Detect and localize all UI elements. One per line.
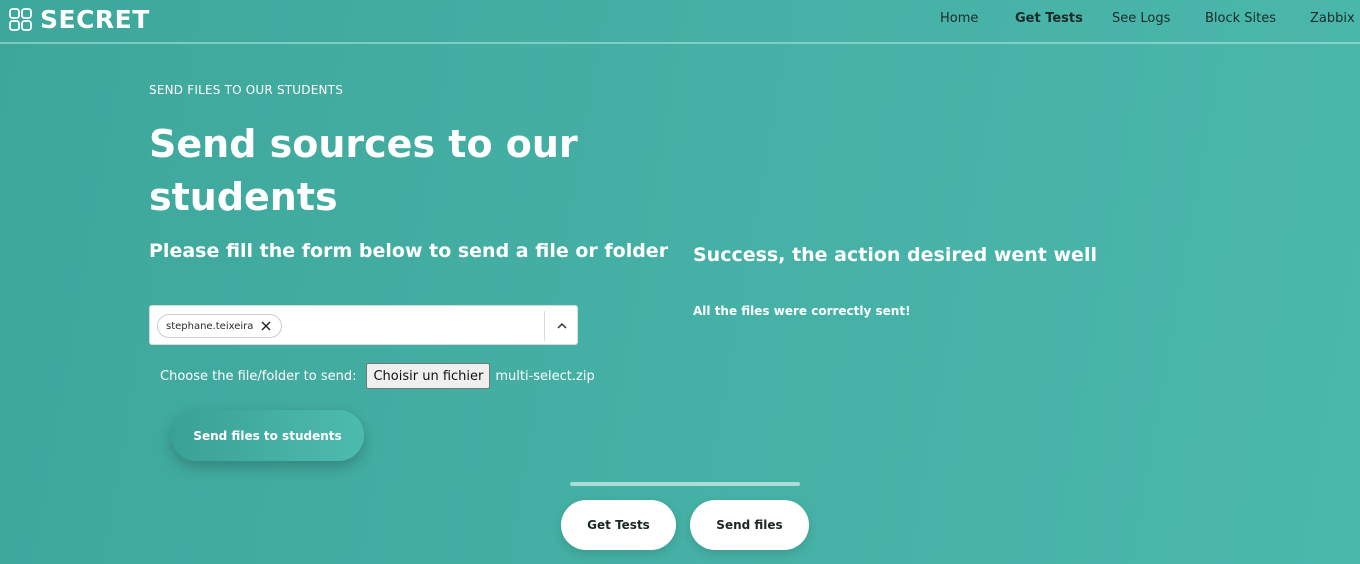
remove-icon[interactable] xyxy=(261,321,271,331)
file-chooser-label: Choose the file/folder to send: xyxy=(160,368,357,384)
scroll-indicator[interactable] xyxy=(570,482,800,486)
selected-student-chip: stephane.teixeira xyxy=(157,314,283,338)
choose-file-button[interactable]: Choisir un fichier xyxy=(366,363,491,389)
nav-link-block-sites[interactable]: Block Sites xyxy=(1205,11,1276,26)
top-nav: SECRET Home Get Tests See Logs Block Sit… xyxy=(0,0,1360,44)
send-files-button[interactable]: Send files to students xyxy=(171,410,364,461)
success-message: All the files were correctly sent! xyxy=(693,304,911,318)
page-title: Send sources to our students xyxy=(149,122,578,219)
nav-link-get-tests[interactable]: Get Tests xyxy=(1015,11,1083,26)
multiselect-toggle[interactable] xyxy=(545,306,578,344)
student-multiselect[interactable]: stephane.teixeira xyxy=(149,305,578,345)
section-eyebrow: SEND FILES TO OUR STUDENTS xyxy=(149,83,344,97)
nav-links: Home Get Tests See Logs Block Sites Zabb… xyxy=(0,11,1360,27)
nav-link-zabbix[interactable]: Zabbix xyxy=(1310,11,1355,26)
get-tests-button[interactable]: Get Tests xyxy=(561,500,676,550)
chip-label: stephane.teixeira xyxy=(166,320,254,332)
file-chooser-row: Choose the file/folder to send: Choisir … xyxy=(160,363,595,389)
nav-link-see-logs[interactable]: See Logs xyxy=(1112,11,1170,26)
page-subtitle: Please fill the form below to send a fil… xyxy=(149,240,669,262)
success-title: Success, the action desired went well xyxy=(693,244,1097,266)
nav-link-home[interactable]: Home xyxy=(940,11,978,26)
chevron-up-icon xyxy=(556,322,567,329)
selected-file-name: multi-select.zip xyxy=(495,368,595,384)
send-files-tab-button[interactable]: Send files xyxy=(690,500,809,550)
